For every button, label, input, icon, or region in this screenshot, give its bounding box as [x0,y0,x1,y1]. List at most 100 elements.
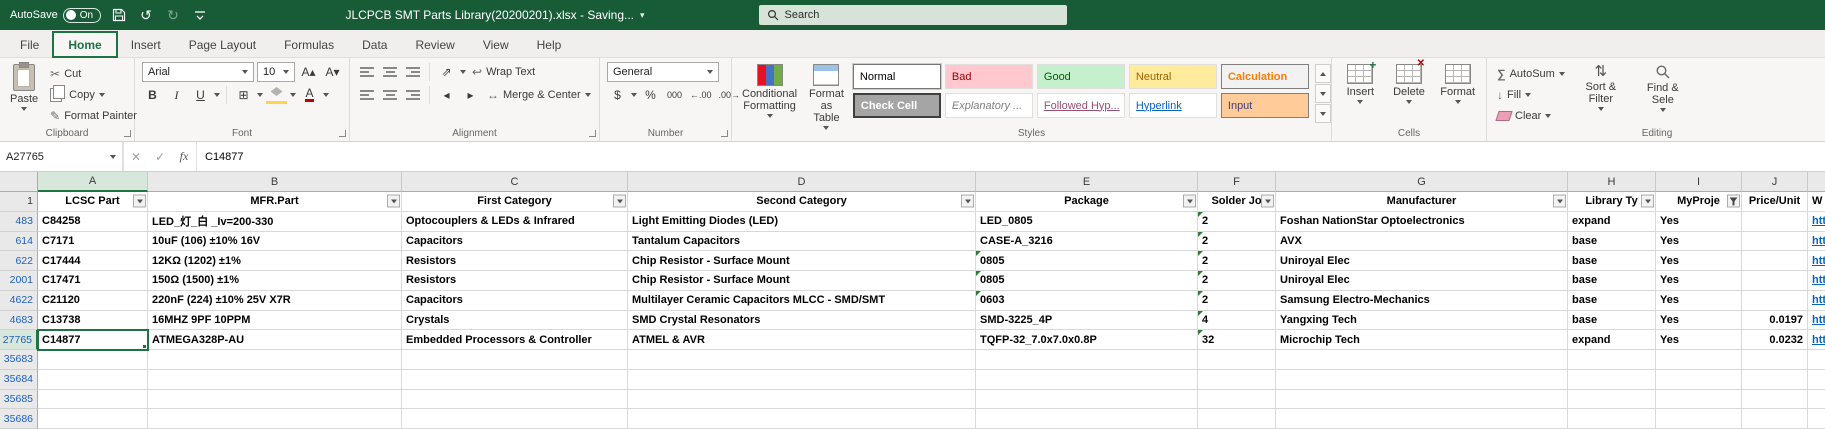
column-title-price-unit[interactable]: Price/Unit [1742,192,1808,212]
cell[interactable]: Yes [1656,310,1742,331]
cell[interactable] [38,389,148,410]
column-title-first-category[interactable]: First Category [402,192,628,212]
cell-hyperlink[interactable]: htt [1808,211,1825,232]
cell[interactable] [1742,251,1808,271]
cell-style-neutral[interactable]: Neutral [1128,64,1217,89]
column-header-I[interactable]: I [1656,172,1742,192]
gallery-more-button[interactable] [1314,104,1331,123]
format-as-table-button[interactable]: Format as Table [806,62,847,132]
cell[interactable]: Microchip Tech [1276,330,1568,350]
orientation-button[interactable]: ⇗ [436,63,457,81]
redo-button[interactable]: ↻ [164,6,182,24]
gallery-scroll-down-button[interactable] [1314,84,1331,103]
search-box[interactable]: Search [758,5,1067,25]
filter-dropdown-icon[interactable] [961,194,974,208]
save-button[interactable] [110,6,128,24]
cell[interactable]: Embedded Processors & Controller [402,330,628,350]
underline-button[interactable]: U [190,86,211,104]
clear-button[interactable]: Clear [1494,106,1568,125]
row-header-35683[interactable]: 35683 [0,350,38,370]
align-center-button[interactable] [380,86,400,104]
tab-data[interactable]: Data [348,33,401,57]
cell[interactable] [976,389,1198,410]
cell[interactable]: SMD Crystal Resonators [628,310,976,331]
filter-applied-icon[interactable] [1727,194,1740,208]
cell[interactable] [1742,369,1808,390]
cell-hyperlink[interactable]: htt [1808,271,1825,291]
borders-button[interactable]: ⊞ [233,86,254,104]
cell[interactable]: base [1568,290,1656,311]
filter-dropdown-icon[interactable] [387,194,400,208]
cell[interactable] [1742,409,1808,429]
cell-style-hyperlink[interactable]: Hyperlink [1128,93,1217,118]
conditional-formatting-button[interactable]: Conditional Formatting [739,62,800,120]
cell[interactable] [1568,409,1656,429]
cell[interactable] [976,350,1198,370]
cell[interactable] [1742,231,1808,252]
cell[interactable]: C7171 [38,231,148,252]
align-top-button[interactable] [357,63,377,81]
cell[interactable]: Chip Resistor - Surface Mount [628,251,976,271]
cell[interactable] [976,409,1198,429]
cell[interactable]: Yes [1656,330,1742,350]
bold-button[interactable]: B [142,86,163,104]
insert-function-button[interactable]: fx [172,142,196,171]
column-header-A[interactable]: A [38,172,148,192]
dialog-launcher-icon[interactable] [124,130,131,137]
align-left-button[interactable] [357,86,377,104]
cell-hyperlink[interactable]: htt [1808,231,1825,252]
cell[interactable]: 2 [1198,211,1276,232]
dialog-launcher-icon[interactable] [589,130,596,137]
cell[interactable] [1198,350,1276,370]
fill-button[interactable]: ↓ Fill [1494,85,1568,104]
cell[interactable] [1568,389,1656,410]
align-bottom-button[interactable] [403,63,423,81]
cell[interactable]: Tantalum Capacitors [628,231,976,252]
font-family-select[interactable]: Arial [142,62,254,82]
tab-help[interactable]: Help [523,33,576,57]
cell[interactable]: Samsung Electro-Mechanics [1276,290,1568,311]
cell[interactable]: 2 [1198,290,1276,311]
cell[interactable]: 12KΩ (1202) ±1% [148,251,402,271]
row-header-2001[interactable]: 2001 [0,271,38,291]
cell[interactable] [1742,211,1808,232]
tab-view[interactable]: View [469,33,523,57]
cell[interactable] [628,389,976,410]
column-header-K[interactable] [1808,172,1825,192]
row-header-483[interactable]: 483 [0,211,38,232]
cell-style-calculation[interactable]: Calculation [1220,64,1309,89]
filter-dropdown-icon[interactable] [1261,194,1274,208]
row-header-614[interactable]: 614 [0,231,38,252]
fill-color-button[interactable] [266,86,287,104]
cell[interactable]: base [1568,310,1656,331]
cell-style-check-cell[interactable]: Check Cell [852,93,941,118]
cell[interactable]: Yangxing Tech [1276,310,1568,331]
cell[interactable]: expand [1568,330,1656,350]
cell[interactable] [402,369,628,390]
decrease-indent-button[interactable]: ◂ [436,86,457,104]
row-header-622[interactable]: 622 [0,251,38,271]
cell[interactable]: Yes [1656,231,1742,252]
cell-style-input[interactable]: Input [1220,93,1309,118]
cell[interactable]: Yes [1656,271,1742,291]
column-title-mfr-part[interactable]: MFR.Part [148,192,402,212]
row-header-27765[interactable]: 27765 [0,330,38,350]
cell[interactable] [1276,350,1568,370]
cell[interactable]: 2 [1198,251,1276,271]
cell[interactable]: 150Ω (1500) ±1% [148,271,402,291]
align-right-button[interactable] [403,86,423,104]
tab-review[interactable]: Review [401,33,468,57]
cell[interactable]: 0805 [976,251,1198,271]
cell[interactable]: ATMEGA328P-AU [148,330,402,350]
cell[interactable]: Light Emitting Diodes (LED) [628,211,976,232]
column-header-B[interactable]: B [148,172,402,192]
row-header-35685[interactable]: 35685 [0,389,38,410]
cell[interactable]: Uniroyal Elec [1276,251,1568,271]
cell[interactable] [38,369,148,390]
italic-button[interactable]: I [166,86,187,104]
autosum-button[interactable]: ∑ AutoSum [1494,64,1568,83]
dialog-launcher-icon[interactable] [721,130,728,137]
column-title-library-type[interactable]: Library Ty [1568,192,1656,212]
sort-filter-button[interactable]: ⇅ Sort & Filter [1574,62,1628,125]
copy-button[interactable]: Copy [47,84,140,104]
